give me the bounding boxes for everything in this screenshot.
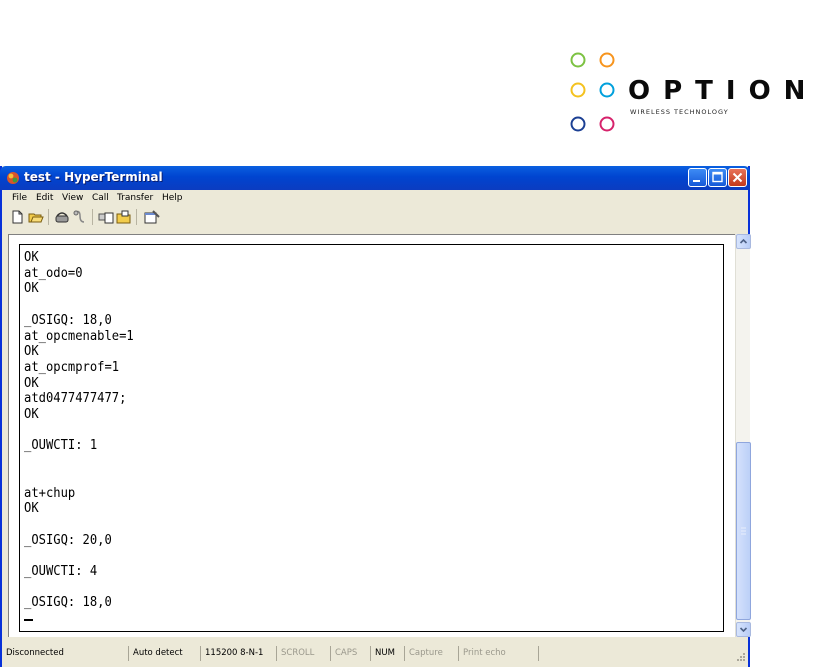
status-detect: Auto detect [128,646,200,661]
toolbar-separator [48,209,49,225]
menu-transfer[interactable]: Transfer [117,193,153,203]
properties-icon[interactable] [144,210,160,224]
menu-bar: File Edit View Call Transfer Help [2,190,748,206]
arrow-down-icon [739,627,748,633]
logo-circles-icon [570,52,615,132]
logo-tagline: WIRELESS TECHNOLOGY [630,108,729,116]
terminal-output: OK at_odo=0 OK _OSIGQ: 18,0 at_opcmenabl… [24,249,134,611]
status-bar: Disconnected Auto detect 115200 8-N-1 SC… [2,643,748,665]
window-title: test - HyperTerminal [24,170,163,184]
vertical-scrollbar[interactable] [735,234,751,637]
menu-file[interactable]: File [12,193,27,203]
menu-call[interactable]: Call [92,193,109,203]
status-num: NUM [370,646,404,661]
minimize-button[interactable] [688,168,707,187]
hyperterminal-icon[interactable] [6,171,20,185]
menu-edit[interactable]: Edit [36,193,53,203]
disconnect-icon[interactable] [72,210,88,224]
terminal-screen[interactable]: OK at_odo=0 OK _OSIGQ: 18,0 at_opcmenabl… [19,244,724,632]
grip-lines-icon [741,527,746,535]
logo-word: OPTION [628,76,819,106]
status-settings: 115200 8-N-1 [200,646,276,661]
status-connection: Disconnected [6,648,64,658]
status-print-echo: Print echo [458,646,538,661]
scroll-down-button[interactable] [736,622,751,637]
maximize-icon [712,171,723,183]
status-caps: CAPS [330,646,370,661]
status-scroll: SCROLL [276,646,330,661]
resize-grip-icon[interactable] [736,652,746,662]
close-button[interactable] [728,168,747,187]
open-icon[interactable] [28,210,44,224]
scroll-up-button[interactable] [736,234,751,249]
receive-icon[interactable] [116,210,132,224]
close-icon [732,172,743,183]
menu-view[interactable]: View [62,193,83,203]
option-logo: OPTION WIRELESS TECHNOLOGY [566,48,805,138]
maximize-button[interactable] [708,168,727,187]
minimize-icon [693,180,700,182]
status-empty [538,646,734,661]
arrow-up-icon [739,238,748,244]
text-cursor [24,619,33,621]
scroll-thumb[interactable] [736,442,751,620]
menu-help[interactable]: Help [162,193,183,203]
toolbar-separator [136,209,137,225]
toolbar-separator [92,209,93,225]
status-capture: Capture [404,646,458,661]
new-icon[interactable] [10,210,26,224]
send-icon[interactable] [98,210,114,224]
connect-icon[interactable] [54,210,70,224]
terminal-area[interactable]: OK at_odo=0 OK _OSIGQ: 18,0 at_opcmenabl… [8,234,735,637]
toolbar [2,207,748,227]
hyperterminal-window: test - HyperTerminal File Edit View Call… [0,166,751,667]
title-bar[interactable]: test - HyperTerminal [0,166,750,190]
